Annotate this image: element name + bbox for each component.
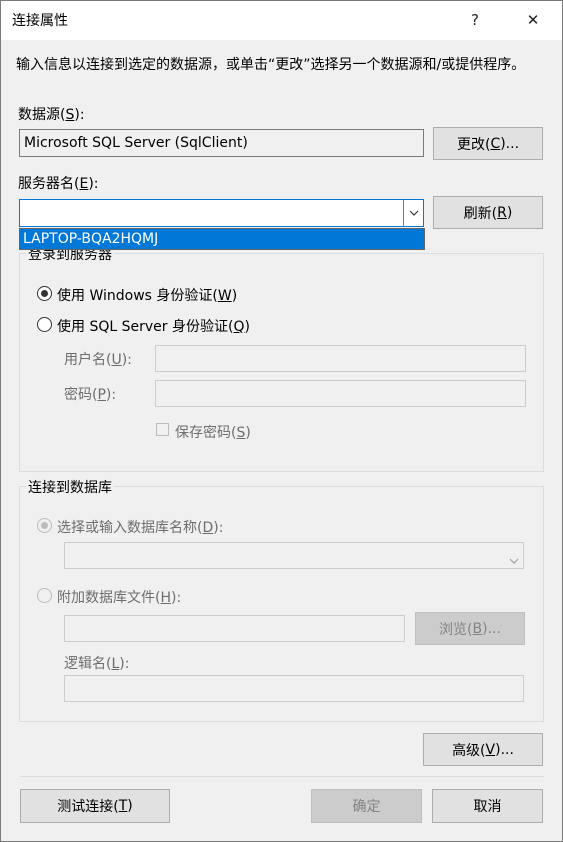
help-icon: ? — [471, 11, 479, 29]
advanced-button[interactable]: 高级(V)... — [423, 733, 543, 766]
select-db-radio[interactable] — [37, 518, 52, 533]
refresh-button[interactable]: 刷新(R) — [433, 196, 543, 229]
database-group-title: 连接到数据库 — [26, 477, 114, 497]
logical-name-input[interactable] — [64, 675, 524, 702]
username-label: 用户名(U): — [64, 352, 132, 368]
server-name-combobox[interactable] — [19, 199, 424, 227]
datasource-value: Microsoft SQL Server (SqlClient) — [24, 135, 248, 151]
server-name-label: 服务器名(E): — [18, 176, 99, 192]
windows-auth-radio[interactable] — [37, 286, 52, 301]
dialog-title: 连接属性 — [12, 13, 68, 29]
username-input[interactable] — [155, 345, 526, 372]
close-icon: ✕ — [526, 11, 540, 29]
sql-auth-label[interactable]: 使用 SQL Server 身份验证(Q) — [57, 316, 250, 336]
footer-divider — [20, 776, 544, 777]
chevron-down-icon[interactable] — [509, 552, 519, 568]
password-input[interactable] — [155, 380, 526, 407]
windows-auth-label[interactable]: 使用 Windows 身份验证(W) — [57, 285, 237, 305]
attach-db-label: 附加数据库文件(H): — [57, 590, 182, 606]
server-dropdown-option[interactable]: LAPTOP-BQA2HQMJ — [19, 228, 425, 250]
attach-db-file-input[interactable] — [64, 615, 405, 642]
attach-db-radio[interactable] — [37, 588, 52, 603]
select-db-label: 选择或输入数据库名称(D): — [57, 520, 224, 536]
datasource-field: Microsoft SQL Server (SqlClient) — [19, 129, 424, 157]
description-text: 输入信息以连接到选定的数据源，或单击“更改”选择另一个数据源和/或提供程序。 — [16, 57, 526, 73]
cancel-button[interactable]: 取消 — [432, 789, 543, 823]
logical-name-label: 逻辑名(L): — [64, 656, 130, 672]
help-button[interactable]: ? — [452, 0, 498, 40]
chevron-down-icon[interactable] — [403, 200, 423, 226]
change-button[interactable]: 更改(C)... — [433, 127, 543, 160]
sql-auth-radio[interactable] — [37, 317, 52, 332]
test-connection-button[interactable]: 测试连接(T) — [20, 789, 170, 823]
save-password-checkbox[interactable] — [156, 423, 169, 436]
server-name-input[interactable] — [22, 202, 404, 226]
ok-button[interactable]: 确定 — [311, 789, 422, 823]
datasource-label: 数据源(S): — [18, 107, 85, 123]
browse-button[interactable]: 浏览(B)... — [415, 612, 525, 645]
close-button[interactable]: ✕ — [510, 0, 556, 40]
database-name-combobox[interactable] — [64, 542, 524, 569]
save-password-label: 保存密码(S) — [175, 425, 251, 441]
password-label: 密码(P): — [64, 387, 117, 403]
